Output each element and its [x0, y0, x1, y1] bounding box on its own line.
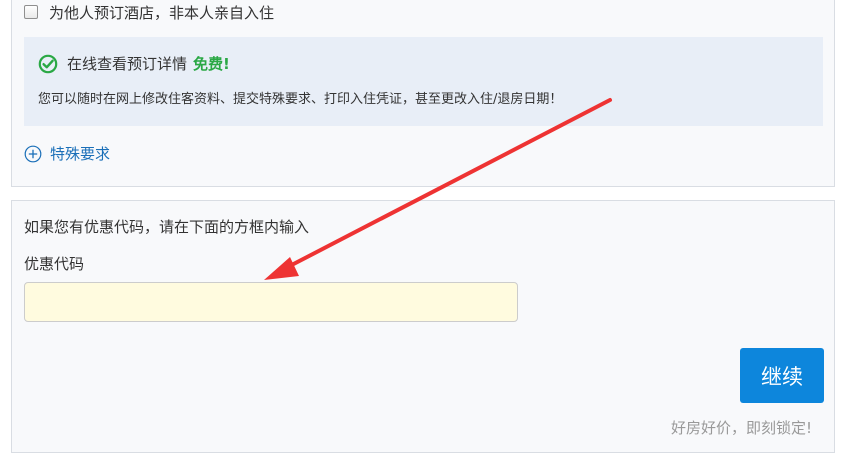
special-requests-label: 特殊要求	[50, 145, 111, 163]
book-for-others-row[interactable]: 为他人预订酒店，非本人亲自入住	[24, 1, 274, 23]
info-title-row: 在线查看预订详情 免费!	[38, 53, 230, 74]
booking-options-panel: 为他人预订酒店，非本人亲自入住 在线查看预订详情 免费! 您可以随时在网上修改住…	[11, 0, 835, 187]
continue-button[interactable]: 继续	[740, 348, 824, 403]
online-booking-details-info: 在线查看预订详情 免费! 您可以随时在网上修改住客资料、提交特殊要求、打印入住凭…	[24, 37, 823, 126]
promo-code-input[interactable]	[24, 282, 518, 322]
book-for-others-checkbox[interactable]	[24, 5, 38, 19]
info-description: 您可以随时在网上修改住客资料、提交特殊要求、打印入住凭证，甚至更改入住/退房日期…	[38, 92, 563, 107]
promo-code-panel: 如果您有优惠代码，请在下面的方框内输入 优惠代码 继续 好房好价，即刻锁定!	[11, 200, 835, 453]
promo-code-label: 优惠代码	[24, 255, 85, 273]
book-for-others-label: 为他人预订酒店，非本人亲自入住	[49, 3, 275, 22]
check-circle-icon	[38, 54, 58, 73]
special-requests-link[interactable]: 特殊要求	[24, 143, 110, 164]
info-title: 在线查看预订详情	[67, 55, 188, 73]
promo-code-hint: 如果您有优惠代码，请在下面的方框内输入	[24, 218, 310, 236]
plus-circle-icon	[24, 145, 42, 162]
info-free-badge: 免费!	[193, 55, 230, 73]
price-lock-tagline: 好房好价，即刻锁定!	[670, 419, 812, 437]
